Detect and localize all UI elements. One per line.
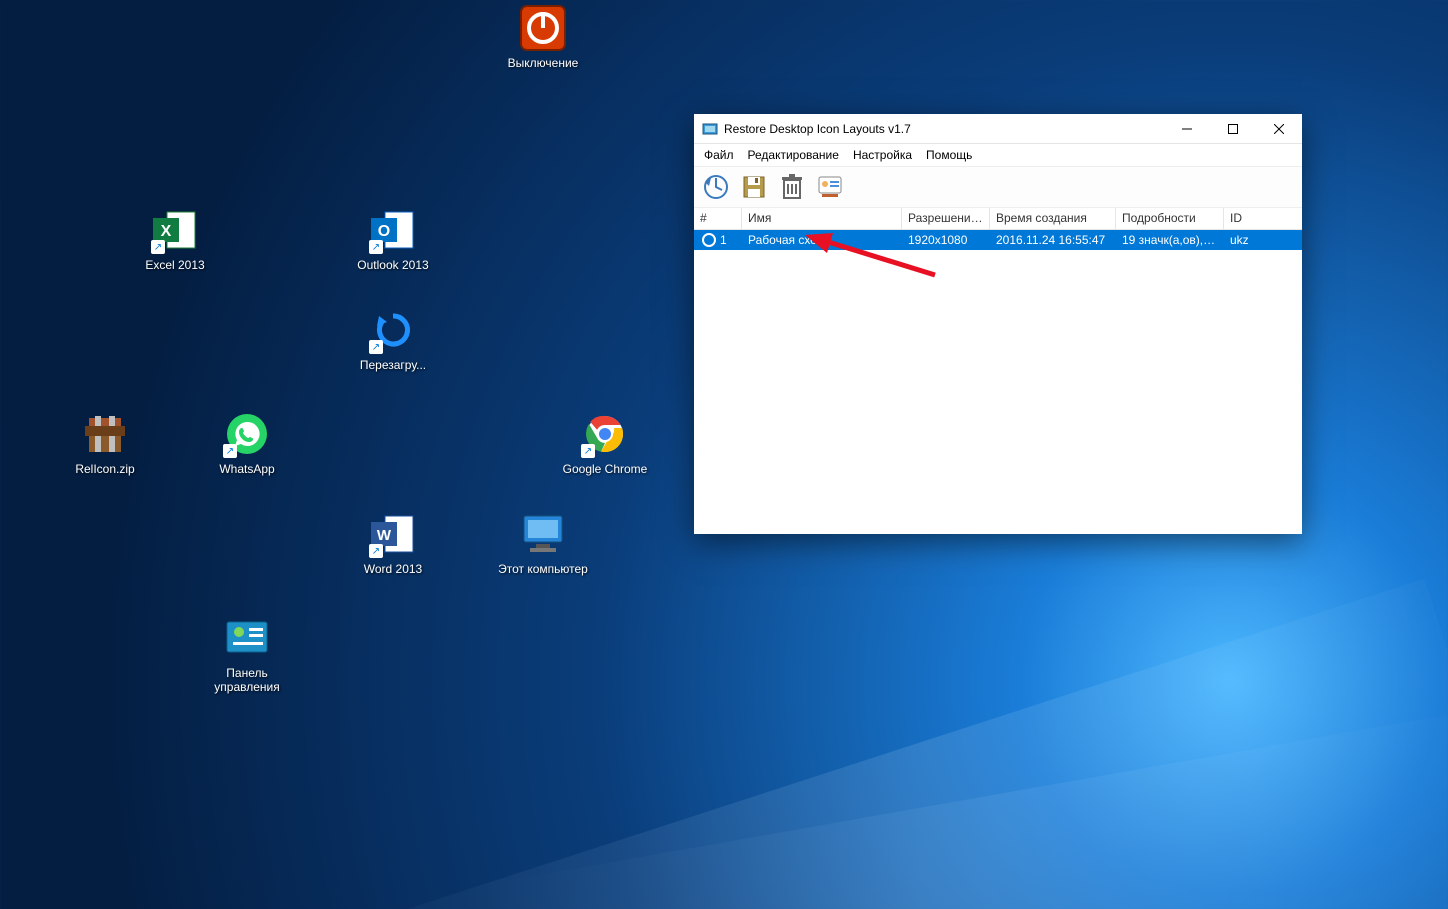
svg-text:O: O <box>378 223 390 240</box>
computer-icon <box>519 510 567 558</box>
maximize-button[interactable] <box>1210 114 1256 144</box>
window-title: Restore Desktop Icon Layouts v1.7 <box>724 122 1164 136</box>
column-index[interactable]: # <box>694 208 742 229</box>
column-resolution[interactable]: Разрешение ... <box>902 208 990 229</box>
toolbar <box>694 166 1302 208</box>
app-icon <box>702 121 718 137</box>
titlebar[interactable]: Restore Desktop Icon Layouts v1.7 <box>694 114 1302 144</box>
toolbar-save-button[interactable] <box>738 171 770 203</box>
list-header: # Имя Разрешение ... Время создания Подр… <box>694 208 1302 230</box>
shortcut-arrow-icon: ↗ <box>151 240 165 254</box>
desktop-icon-label: Панель управления <box>202 666 292 694</box>
desktop-icon-label: WhatsApp <box>202 462 292 476</box>
column-id[interactable]: ID <box>1224 208 1284 229</box>
desktop-icon-shutdown[interactable]: Выключение <box>498 4 588 70</box>
svg-text:W: W <box>377 527 392 544</box>
desktop-icon-this-pc[interactable]: Этот компьютер <box>498 510 588 576</box>
chrome-icon: ↗ <box>581 410 629 458</box>
desktop-icon-label: Этот компьютер <box>498 562 588 576</box>
desktop-icon-label: Word 2013 <box>348 562 438 576</box>
toolbar-restore-button[interactable] <box>700 171 732 203</box>
row-time: 2016.11.24 16:55:47 <box>990 233 1116 247</box>
toolbar-delete-button[interactable] <box>776 171 808 203</box>
desktop-icon-restart[interactable]: ↗ Перезагру... <box>348 306 438 372</box>
close-button[interactable] <box>1256 114 1302 144</box>
list-body: 1 Рабочая схема 1920x1080 2016.11.24 16:… <box>694 230 1302 534</box>
column-name[interactable]: Имя <box>742 208 902 229</box>
desktop-icon-label: Выключение <box>498 56 588 70</box>
shortcut-arrow-icon: ↗ <box>369 240 383 254</box>
desktop-icon-control-panel[interactable]: Панель управления <box>202 614 292 694</box>
row-index: 1 <box>720 233 727 247</box>
row-name: Рабочая схема <box>742 233 902 247</box>
zip-icon <box>81 410 129 458</box>
row-id: ukz <box>1224 233 1284 247</box>
row-resolution: 1920x1080 <box>902 233 990 247</box>
menu-file[interactable]: Файл <box>704 148 734 162</box>
restart-icon: ↗ <box>369 306 417 354</box>
shortcut-arrow-icon: ↗ <box>223 444 237 458</box>
svg-text:X: X <box>161 223 172 240</box>
row-details: 19 значк(а,ов), help <box>1116 233 1224 247</box>
list-row[interactable]: 1 Рабочая схема 1920x1080 2016.11.24 16:… <box>694 230 1302 250</box>
desktop-icon-label: Перезагру... <box>348 358 438 372</box>
column-details[interactable]: Подробности <box>1116 208 1224 229</box>
toolbar-about-button[interactable] <box>814 171 846 203</box>
power-icon <box>519 4 567 52</box>
menubar: Файл Редактирование Настройка Помощь <box>694 144 1302 166</box>
desktop-icon-label: Excel 2013 <box>130 258 220 272</box>
app-window: Restore Desktop Icon Layouts v1.7 Файл Р… <box>694 114 1302 534</box>
shortcut-arrow-icon: ↗ <box>369 340 383 354</box>
menu-help[interactable]: Помощь <box>926 148 972 162</box>
minimize-button[interactable] <box>1164 114 1210 144</box>
desktop-icon-word[interactable]: W ↗ Word 2013 <box>348 510 438 576</box>
desktop-icon-label: Outlook 2013 <box>348 258 438 272</box>
menu-settings[interactable]: Настройка <box>853 148 912 162</box>
control-panel-icon <box>223 614 271 662</box>
desktop-icon-relcon-zip[interactable]: RelIcon.zip <box>60 410 150 476</box>
column-time[interactable]: Время создания <box>990 208 1116 229</box>
desktop-icon-chrome[interactable]: ↗ Google Chrome <box>560 410 650 476</box>
row-status-icon <box>702 233 716 247</box>
desktop-icon-label: Google Chrome <box>560 462 650 476</box>
desktop-icon-outlook[interactable]: O ↗ Outlook 2013 <box>348 206 438 272</box>
desktop-icon-label: RelIcon.zip <box>60 462 150 476</box>
outlook-icon: O ↗ <box>369 206 417 254</box>
menu-edit[interactable]: Редактирование <box>748 148 839 162</box>
excel-icon: X ↗ <box>151 206 199 254</box>
shortcut-arrow-icon: ↗ <box>581 444 595 458</box>
desktop-icon-excel[interactable]: X ↗ Excel 2013 <box>130 206 220 272</box>
shortcut-arrow-icon: ↗ <box>369 544 383 558</box>
desktop-icon-whatsapp[interactable]: ↗ WhatsApp <box>202 410 292 476</box>
word-icon: W ↗ <box>369 510 417 558</box>
whatsapp-icon: ↗ <box>223 410 271 458</box>
